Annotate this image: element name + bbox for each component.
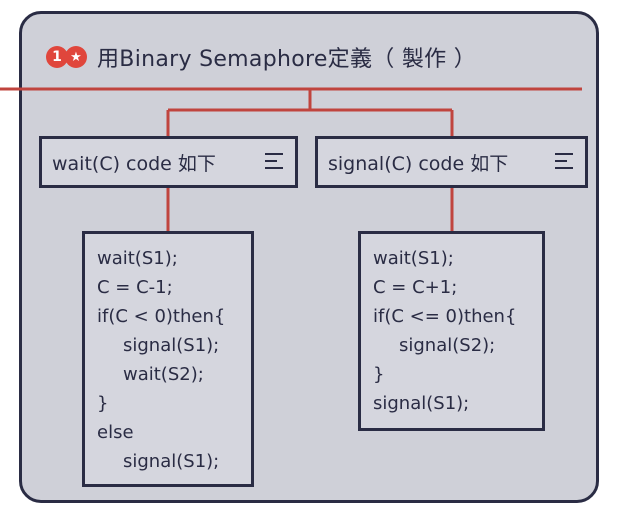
code-line: signal(S1); — [373, 393, 470, 414]
code-line: else — [97, 422, 134, 443]
title-text: 用Binary Semaphore定義（ 製作 ） — [97, 47, 477, 72]
code-line: wait(S2); — [123, 364, 204, 385]
star-icon: ★ — [65, 46, 87, 68]
menu-icon — [265, 153, 283, 169]
code-line: C = C-1; — [97, 277, 173, 298]
diagram-title: 1 ★ 用Binary Semaphore定義（ 製作 ） — [46, 40, 476, 74]
left-header-label: wait(C) code 如下 — [52, 152, 216, 175]
code-line: if(C < 0)then{ — [97, 306, 226, 327]
right-header-label: signal(C) code 如下 — [328, 152, 509, 175]
right-code-block: wait(S1); C = C+1; if(C <= 0)then{ signa… — [358, 231, 545, 431]
code-line: wait(S1); — [373, 248, 454, 269]
menu-icon — [555, 153, 573, 169]
code-line: C = C+1; — [373, 277, 458, 298]
right-header-box: signal(C) code 如下 — [315, 136, 588, 188]
code-line: signal(S1); — [123, 335, 220, 356]
left-header-box: wait(C) code 如下 — [39, 136, 298, 188]
left-code-block: wait(S1); C = C-1; if(C < 0)then{ signal… — [82, 231, 254, 487]
code-line: if(C <= 0)then{ — [373, 306, 517, 327]
title-badge: 1 ★ — [46, 46, 87, 68]
code-line: } — [373, 364, 385, 385]
code-line: } — [97, 393, 109, 414]
code-line: signal(S1); — [123, 451, 220, 472]
code-line: signal(S2); — [399, 335, 496, 356]
code-line: wait(S1); — [97, 248, 178, 269]
